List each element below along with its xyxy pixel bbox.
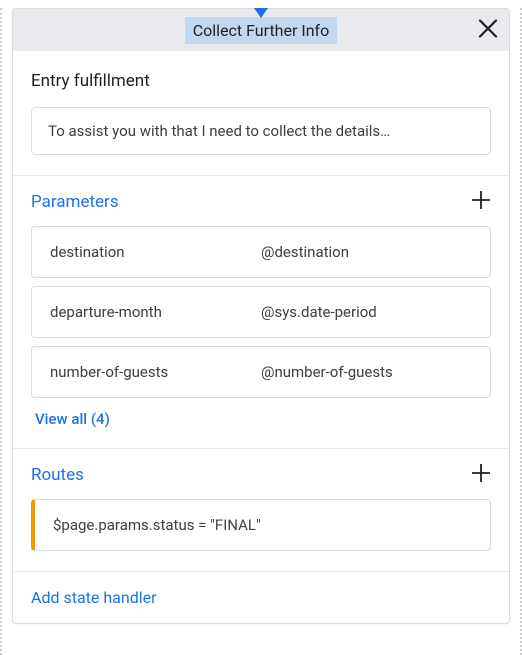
parameters-section: Parameters destination @destination depa… [13,176,509,449]
parameter-name: number-of-guests [50,363,261,381]
route-row[interactable]: $page.params.status = "FINAL" [31,499,491,551]
parameter-name: destination [50,243,261,261]
parameters-title[interactable]: Parameters [31,192,119,212]
incoming-arrow-icon [254,8,268,18]
parameter-row[interactable]: number-of-guests @number-of-guests [31,346,491,398]
add-state-handler-link[interactable]: Add state handler [13,572,509,623]
parameter-name: departure-month [50,303,261,321]
entry-fulfillment-section: Entry fulfillment To assist you with tha… [13,51,509,176]
entry-fulfillment-title: Entry fulfillment [31,71,491,91]
routes-title[interactable]: Routes [31,465,84,485]
parameter-entity: @number-of-guests [261,363,472,381]
parameter-entity: @destination [261,243,472,261]
add-route-icon[interactable] [471,463,491,487]
close-icon[interactable] [479,20,497,41]
routes-section: Routes $page.params.status = "FINAL" [13,449,509,572]
parameter-row[interactable]: destination @destination [31,226,491,278]
parameter-entity: @sys.date-period [261,303,472,321]
view-all-parameters-link[interactable]: View all (4) [31,410,491,428]
route-condition: $page.params.status = "FINAL" [53,516,261,534]
page-title: Collect Further Info [185,17,337,44]
add-parameter-icon[interactable] [471,190,491,214]
parameter-row[interactable]: departure-month @sys.date-period [31,286,491,338]
page-card: Collect Further Info Entry fulfillment T… [12,8,510,624]
entry-fulfillment-text[interactable]: To assist you with that I need to collec… [31,107,491,155]
